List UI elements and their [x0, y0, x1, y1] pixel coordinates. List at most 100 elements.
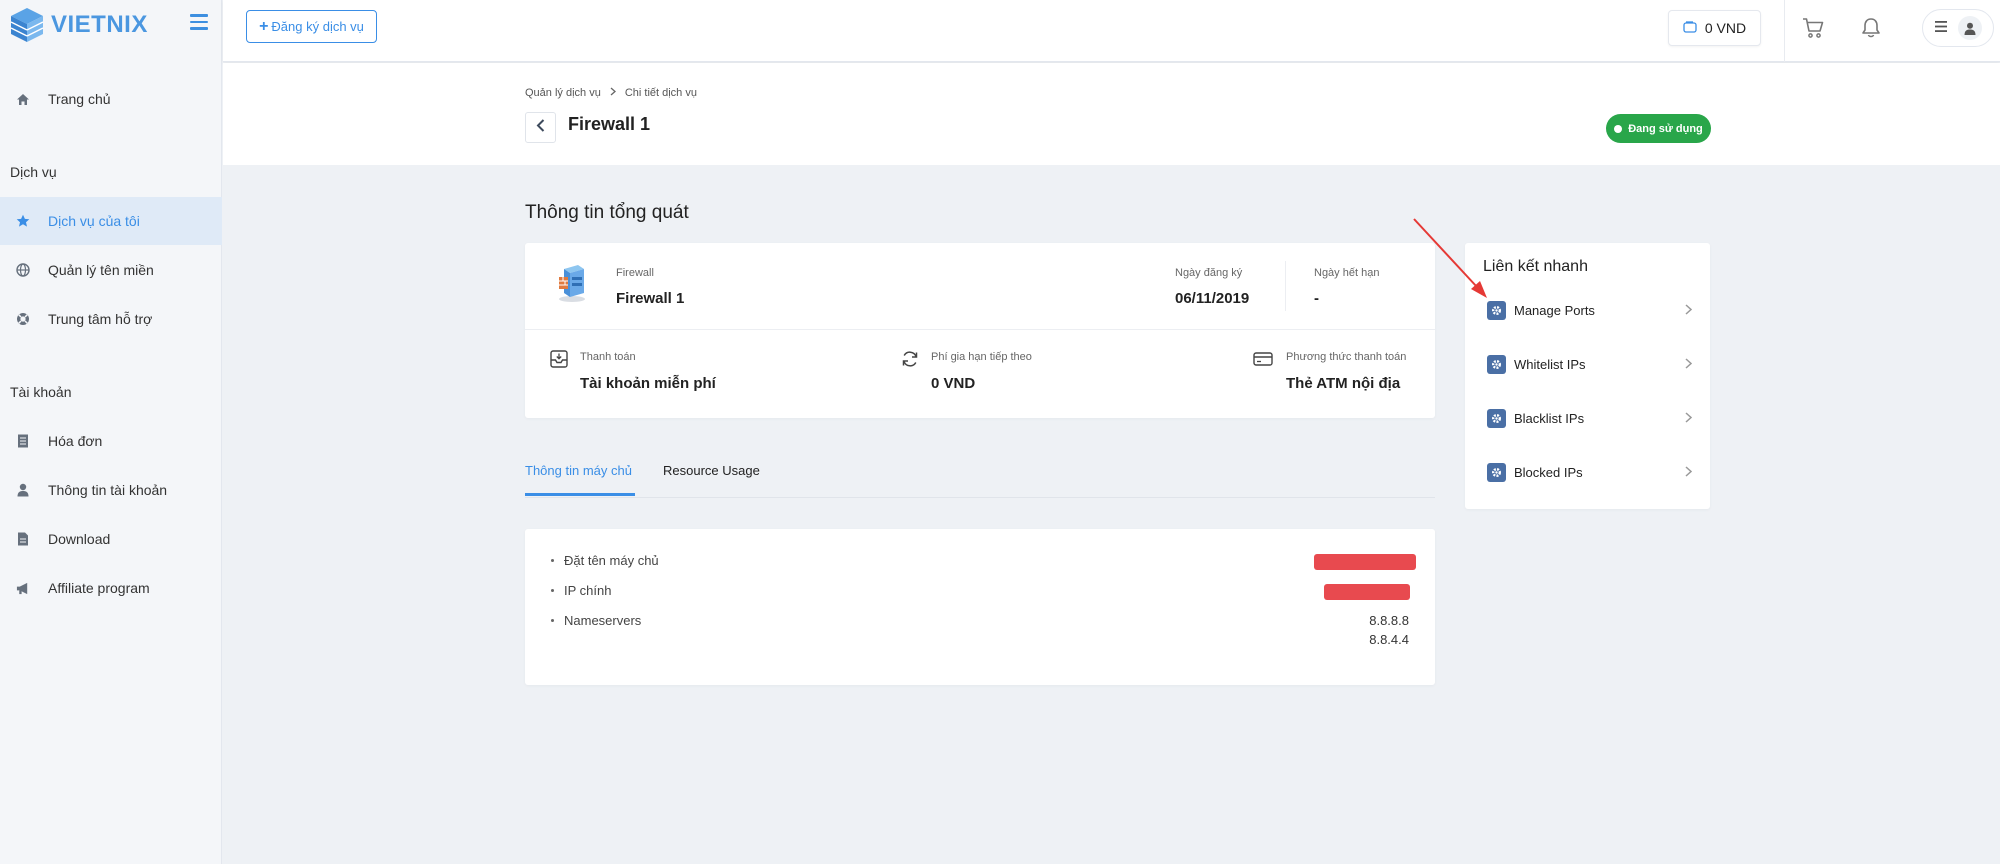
- payment-method-value: Thẻ ATM nội địa: [1286, 375, 1401, 392]
- menu-lines-icon: [1934, 19, 1947, 37]
- chevron-right-icon: [610, 87, 616, 99]
- back-button[interactable]: [525, 112, 556, 143]
- overview-heading: Thông tin tổng quát: [525, 202, 689, 223]
- sidebar-toggle-icon[interactable]: [190, 14, 208, 30]
- sidebar-item-domains[interactable]: Quản lý tên miền: [0, 246, 222, 294]
- nameserver-1: 8.8.8.8: [1369, 613, 1409, 628]
- chevron-left-icon: [536, 118, 545, 137]
- quick-link-label: Blacklist IPs: [1514, 410, 1585, 426]
- header-divider: [1784, 0, 1785, 62]
- breadcrumb-current: Chi tiết dịch vụ: [624, 87, 697, 99]
- breadcrumb: Quản lý dịch vụ Chi tiết dịch vụ: [525, 87, 697, 99]
- tab-server-info[interactable]: Thông tin máy chủ: [525, 463, 632, 478]
- quick-link-label: Whitelist IPs: [1514, 356, 1586, 372]
- logo-text: VIETNIX: [51, 11, 148, 38]
- globe-icon: [16, 263, 30, 277]
- renewal-fee-label: Phí gia hạn tiếp theo: [931, 351, 1032, 363]
- credit-card-icon: [1253, 350, 1273, 368]
- user-menu-button[interactable]: [1922, 9, 1994, 47]
- chevron-right-icon: [1685, 356, 1693, 372]
- wallet-icon: [1683, 20, 1697, 36]
- register-service-button[interactable]: + Đăng ký dịch vụ: [246, 10, 377, 43]
- nameserver-2: 8.8.4.4: [1369, 632, 1409, 647]
- firewall-server-icon: [556, 263, 588, 303]
- sidebar-item-account-info[interactable]: Thông tin tài khoản: [0, 466, 222, 514]
- payment-method-label: Phương thức thanh toán: [1286, 351, 1407, 363]
- registration-date: 06/11/2019: [1175, 290, 1250, 307]
- server-name-label: Đặt tên máy chủ: [564, 553, 659, 568]
- server-info-card: Đặt tên máy chủ IP chính Nameservers 8.8…: [525, 529, 1435, 685]
- sidebar: VIETNIX Trang chủ Dịch vụ Dịch vụ của tô…: [0, 0, 222, 864]
- refresh-icon: [901, 350, 919, 368]
- gear-icon: [1487, 462, 1506, 482]
- redacted-primary-ip: [1324, 584, 1410, 600]
- status-badge: Đang sử dụng: [1606, 114, 1711, 143]
- balance-display[interactable]: 0 VND: [1668, 10, 1761, 46]
- bell-icon[interactable]: [1861, 17, 1881, 39]
- gear-icon: [1487, 300, 1506, 320]
- quick-links-title: Liên kết nhanh: [1483, 258, 1588, 275]
- status-dot-icon: [1614, 124, 1623, 133]
- sidebar-item-invoices[interactable]: Hóa đơn: [0, 417, 222, 465]
- sidebar-section-services: Dịch vụ: [10, 164, 57, 180]
- quick-link-whitelist-ips[interactable]: Whitelist IPs: [1487, 352, 1693, 376]
- nameservers-values: 8.8.8.8 8.8.4.4: [1369, 611, 1409, 649]
- plus-icon: +: [259, 17, 269, 35]
- cart-icon[interactable]: [1802, 17, 1824, 39]
- file-icon: [16, 532, 30, 546]
- page-header-band: [223, 63, 2000, 165]
- summary-divider: [525, 329, 1435, 330]
- product-name: Firewall 1: [616, 290, 685, 307]
- vietnix-logo[interactable]: VIETNIX: [9, 5, 148, 45]
- server-name-row: Đặt tên máy chủ: [551, 553, 659, 568]
- primary-ip-label: IP chính: [564, 583, 612, 598]
- chevron-right-icon: [1685, 302, 1693, 318]
- breadcrumb-link-services[interactable]: Quản lý dịch vụ: [525, 87, 601, 99]
- expiry-date: -: [1314, 290, 1319, 307]
- tab-resource-usage[interactable]: Resource Usage: [663, 463, 760, 478]
- quick-link-label: Manage Ports: [1514, 302, 1595, 318]
- star-icon: [16, 214, 30, 228]
- quick-link-blocked-ips[interactable]: Blocked IPs: [1487, 460, 1693, 484]
- page-title: Firewall 1: [568, 114, 651, 134]
- sidebar-item-label: Trung tâm hỗ trợ: [48, 311, 153, 327]
- nameservers-label: Nameservers: [564, 613, 642, 628]
- sidebar-item-label: Quản lý tên miền: [48, 262, 154, 278]
- column-divider: [1285, 261, 1286, 311]
- payment-value: Tài khoản miễn phí: [580, 375, 716, 392]
- lifebuoy-icon: [16, 312, 30, 326]
- redacted-server-name: [1314, 554, 1416, 570]
- sidebar-section-account: Tài khoản: [10, 384, 72, 400]
- sidebar-item-affiliate[interactable]: Affiliate program: [0, 564, 222, 612]
- home-icon: [16, 92, 30, 106]
- balance-value: 0 VND: [1704, 20, 1747, 36]
- quick-link-manage-ports[interactable]: Manage Ports: [1487, 298, 1693, 322]
- registration-date-label: Ngày đăng ký: [1175, 267, 1243, 279]
- sidebar-item-support[interactable]: Trung tâm hỗ trợ: [0, 295, 222, 343]
- primary-ip-row: IP chính: [551, 583, 611, 598]
- user-icon: [16, 483, 30, 497]
- sidebar-item-label: Affiliate program: [48, 580, 150, 596]
- quick-link-blacklist-ips[interactable]: Blacklist IPs: [1487, 406, 1693, 430]
- sidebar-item-label: Hóa đơn: [48, 433, 103, 449]
- active-tab-indicator: [525, 493, 635, 496]
- megaphone-icon: [16, 581, 30, 595]
- service-summary-card: Firewall Firewall 1 Ngày đăng ký 06/11/2…: [525, 243, 1435, 418]
- bullet-icon: [551, 619, 554, 622]
- product-type-label: Firewall: [616, 267, 654, 279]
- payment-inbox-icon: [550, 350, 568, 368]
- tabs-baseline: [525, 497, 1435, 498]
- sidebar-item-label: Trang chủ: [48, 91, 111, 107]
- sidebar-item-my-services[interactable]: Dịch vụ của tôi: [0, 197, 222, 245]
- expiry-date-label: Ngày hết hạn: [1314, 267, 1380, 279]
- sidebar-item-label: Thông tin tài khoản: [48, 482, 168, 498]
- sidebar-item-label: Download: [48, 531, 111, 547]
- sidebar-item-home[interactable]: Trang chủ: [0, 75, 222, 123]
- sidebar-item-label: Dịch vụ của tôi: [48, 213, 140, 229]
- sidebar-item-download[interactable]: Download: [0, 515, 222, 563]
- logo-cube-icon: [10, 8, 44, 42]
- gear-icon: [1487, 354, 1506, 374]
- payment-label: Thanh toán: [580, 351, 636, 363]
- quick-links-card: Liên kết nhanh Manage Ports Whitelist IP…: [1465, 243, 1710, 509]
- gear-icon: [1487, 408, 1506, 428]
